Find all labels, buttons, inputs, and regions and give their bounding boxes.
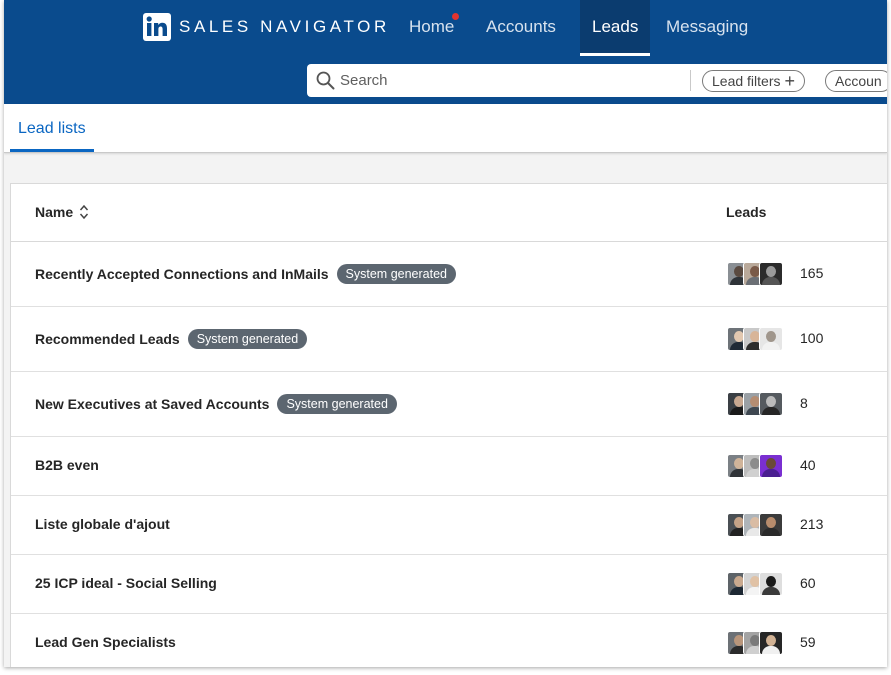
- nav-leads-label: Leads: [592, 17, 639, 36]
- search-divider: [690, 70, 691, 91]
- avatar: [759, 631, 783, 655]
- lead-count: 213: [800, 516, 824, 532]
- avatar: [759, 262, 783, 286]
- name-column-label: Name: [35, 204, 74, 220]
- search-bar-row: Lead filters+ Accoun: [4, 56, 887, 104]
- avatar: [759, 327, 783, 351]
- list-name[interactable]: Recently Accepted Connections and InMail…: [35, 264, 456, 284]
- lead-avatars: [727, 392, 785, 416]
- list-name[interactable]: Liste globale d'ajout: [35, 516, 170, 532]
- avatar: [759, 392, 783, 416]
- account-filters-label: Accoun: [835, 73, 882, 89]
- nav-accounts[interactable]: Accounts: [486, 0, 556, 56]
- tab-bar: Lead lists: [4, 104, 887, 153]
- list-name-text: Recently Accepted Connections and InMail…: [35, 266, 329, 282]
- account-filters-button[interactable]: Accoun: [825, 70, 887, 92]
- avatar: [759, 454, 783, 478]
- table-row[interactable]: B2B even 40: [11, 436, 887, 496]
- lead-avatars: [727, 572, 785, 596]
- nav-home-label: Home: [409, 17, 455, 36]
- list-name[interactable]: B2B even: [35, 457, 99, 473]
- brand[interactable]: SALES NAVIGATOR: [143, 13, 390, 41]
- system-generated-badge: System generated: [277, 394, 397, 414]
- table-row[interactable]: New Executives at Saved Accounts System …: [11, 371, 887, 437]
- lead-count: 8: [800, 395, 808, 411]
- list-name[interactable]: Recommended Leads System generated: [35, 329, 308, 349]
- leads-column-header: Leads: [726, 204, 767, 220]
- nav-messaging[interactable]: Messaging: [666, 0, 748, 56]
- avatar: [759, 513, 783, 537]
- table-row[interactable]: Recommended Leads System generated 100: [11, 306, 887, 372]
- sort-icon[interactable]: [79, 204, 89, 220]
- lead-filters-label: Lead filters: [712, 73, 781, 89]
- lead-avatars: [727, 327, 785, 351]
- list-name-text: Liste globale d'ajout: [35, 516, 170, 532]
- lead-lists-table: Name Leads Recently Accepted Connections…: [10, 183, 887, 667]
- list-name[interactable]: Lead Gen Specialists: [35, 634, 176, 650]
- list-name-text: 25 ICP ideal - Social Selling: [35, 575, 217, 591]
- list-name-text: Lead Gen Specialists: [35, 634, 176, 650]
- table-row[interactable]: Liste globale d'ajout 213: [11, 495, 887, 555]
- nav-messaging-label: Messaging: [666, 17, 749, 36]
- plus-icon: +: [784, 71, 795, 91]
- lead-count: 165: [800, 265, 824, 281]
- nav-home[interactable]: Home: [409, 0, 459, 56]
- notification-dot-icon: [452, 13, 459, 20]
- list-name[interactable]: 25 ICP ideal - Social Selling: [35, 575, 217, 591]
- name-column-header[interactable]: Name: [35, 204, 89, 220]
- search-icon: [316, 71, 335, 90]
- table-row[interactable]: 25 ICP ideal - Social Selling 60: [11, 554, 887, 614]
- top-navigation: SALES NAVIGATOR Home Accounts Leads Mess…: [4, 0, 887, 56]
- linkedin-logo-icon: [143, 13, 171, 41]
- lead-count: 100: [800, 330, 824, 346]
- list-name-text: Recommended Leads: [35, 331, 180, 347]
- lead-count: 40: [800, 457, 816, 473]
- tab-lead-lists-label: Lead lists: [18, 120, 86, 137]
- lead-filters-button[interactable]: Lead filters +: [702, 70, 805, 92]
- lead-count: 59: [800, 634, 816, 650]
- lead-avatars: [727, 262, 785, 286]
- avatar: [759, 572, 783, 596]
- search-box: Lead filters+ Accoun: [307, 64, 887, 97]
- lead-avatars: [727, 454, 785, 478]
- list-name-text: B2B even: [35, 457, 99, 473]
- nav-leads[interactable]: Leads: [580, 0, 651, 56]
- table-row[interactable]: Recently Accepted Connections and InMail…: [11, 241, 887, 307]
- sales-navigator-window: SALES NAVIGATOR Home Accounts Leads Mess…: [4, 0, 887, 667]
- list-name[interactable]: New Executives at Saved Accounts System …: [35, 394, 397, 414]
- tab-lead-lists[interactable]: Lead lists: [10, 104, 94, 152]
- table-row[interactable]: Lead Gen Specialists 59: [11, 613, 887, 667]
- list-name-text: New Executives at Saved Accounts: [35, 396, 270, 412]
- lead-count: 60: [800, 575, 816, 591]
- system-generated-badge: System generated: [336, 264, 456, 284]
- system-generated-badge: System generated: [187, 329, 308, 349]
- search-input[interactable]: [340, 64, 680, 97]
- brand-name: SALES NAVIGATOR: [179, 17, 390, 36]
- nav-accounts-label: Accounts: [486, 17, 556, 36]
- lead-avatars: [727, 513, 785, 537]
- table-header: Name Leads: [11, 184, 887, 242]
- lead-avatars: [727, 631, 785, 655]
